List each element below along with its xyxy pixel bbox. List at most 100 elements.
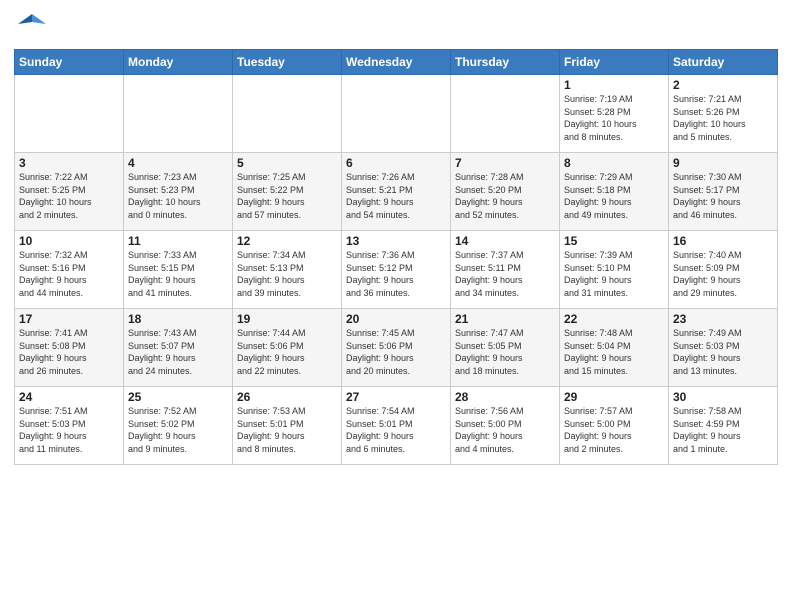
day-info: Sunrise: 7:43 AM Sunset: 5:07 PM Dayligh… — [128, 327, 228, 377]
day-number: 11 — [128, 234, 228, 248]
calendar-cell: 8Sunrise: 7:29 AM Sunset: 5:18 PM Daylig… — [560, 153, 669, 231]
day-number: 18 — [128, 312, 228, 326]
day-number: 15 — [564, 234, 664, 248]
calendar-cell: 17Sunrise: 7:41 AM Sunset: 5:08 PM Dayli… — [15, 309, 124, 387]
day-info: Sunrise: 7:39 AM Sunset: 5:10 PM Dayligh… — [564, 249, 664, 299]
weekday-header-tuesday: Tuesday — [233, 50, 342, 75]
day-number: 10 — [19, 234, 119, 248]
day-info: Sunrise: 7:52 AM Sunset: 5:02 PM Dayligh… — [128, 405, 228, 455]
calendar-cell: 4Sunrise: 7:23 AM Sunset: 5:23 PM Daylig… — [124, 153, 233, 231]
day-info: Sunrise: 7:45 AM Sunset: 5:06 PM Dayligh… — [346, 327, 446, 377]
day-info: Sunrise: 7:29 AM Sunset: 5:18 PM Dayligh… — [564, 171, 664, 221]
calendar-cell: 12Sunrise: 7:34 AM Sunset: 5:13 PM Dayli… — [233, 231, 342, 309]
day-number: 4 — [128, 156, 228, 170]
calendar-cell: 2Sunrise: 7:21 AM Sunset: 5:26 PM Daylig… — [669, 75, 778, 153]
weekday-header-friday: Friday — [560, 50, 669, 75]
day-info: Sunrise: 7:48 AM Sunset: 5:04 PM Dayligh… — [564, 327, 664, 377]
day-info: Sunrise: 7:23 AM Sunset: 5:23 PM Dayligh… — [128, 171, 228, 221]
day-number: 9 — [673, 156, 773, 170]
day-number: 24 — [19, 390, 119, 404]
day-number: 6 — [346, 156, 446, 170]
day-number: 26 — [237, 390, 337, 404]
day-info: Sunrise: 7:25 AM Sunset: 5:22 PM Dayligh… — [237, 171, 337, 221]
day-number: 3 — [19, 156, 119, 170]
day-number: 28 — [455, 390, 555, 404]
calendar-cell: 26Sunrise: 7:53 AM Sunset: 5:01 PM Dayli… — [233, 387, 342, 465]
day-number: 12 — [237, 234, 337, 248]
calendar-cell: 11Sunrise: 7:33 AM Sunset: 5:15 PM Dayli… — [124, 231, 233, 309]
week-row-1: 1Sunrise: 7:19 AM Sunset: 5:28 PM Daylig… — [15, 75, 778, 153]
calendar-cell — [233, 75, 342, 153]
calendar-cell: 13Sunrise: 7:36 AM Sunset: 5:12 PM Dayli… — [342, 231, 451, 309]
calendar-cell: 14Sunrise: 7:37 AM Sunset: 5:11 PM Dayli… — [451, 231, 560, 309]
day-info: Sunrise: 7:44 AM Sunset: 5:06 PM Dayligh… — [237, 327, 337, 377]
day-number: 25 — [128, 390, 228, 404]
calendar-cell: 24Sunrise: 7:51 AM Sunset: 5:03 PM Dayli… — [15, 387, 124, 465]
day-info: Sunrise: 7:34 AM Sunset: 5:13 PM Dayligh… — [237, 249, 337, 299]
day-info: Sunrise: 7:36 AM Sunset: 5:12 PM Dayligh… — [346, 249, 446, 299]
calendar-cell: 30Sunrise: 7:58 AM Sunset: 4:59 PM Dayli… — [669, 387, 778, 465]
weekday-header-wednesday: Wednesday — [342, 50, 451, 75]
calendar-cell — [124, 75, 233, 153]
day-number: 14 — [455, 234, 555, 248]
week-row-3: 10Sunrise: 7:32 AM Sunset: 5:16 PM Dayli… — [15, 231, 778, 309]
calendar-cell: 18Sunrise: 7:43 AM Sunset: 5:07 PM Dayli… — [124, 309, 233, 387]
calendar-cell — [342, 75, 451, 153]
week-row-4: 17Sunrise: 7:41 AM Sunset: 5:08 PM Dayli… — [15, 309, 778, 387]
calendar-cell: 28Sunrise: 7:56 AM Sunset: 5:00 PM Dayli… — [451, 387, 560, 465]
calendar-cell: 29Sunrise: 7:57 AM Sunset: 5:00 PM Dayli… — [560, 387, 669, 465]
day-number: 7 — [455, 156, 555, 170]
day-info: Sunrise: 7:49 AM Sunset: 5:03 PM Dayligh… — [673, 327, 773, 377]
day-info: Sunrise: 7:21 AM Sunset: 5:26 PM Dayligh… — [673, 93, 773, 143]
calendar-cell: 23Sunrise: 7:49 AM Sunset: 5:03 PM Dayli… — [669, 309, 778, 387]
day-number: 1 — [564, 78, 664, 92]
day-number: 2 — [673, 78, 773, 92]
calendar-cell: 5Sunrise: 7:25 AM Sunset: 5:22 PM Daylig… — [233, 153, 342, 231]
calendar-cell: 27Sunrise: 7:54 AM Sunset: 5:01 PM Dayli… — [342, 387, 451, 465]
week-row-2: 3Sunrise: 7:22 AM Sunset: 5:25 PM Daylig… — [15, 153, 778, 231]
calendar-cell — [15, 75, 124, 153]
calendar-cell: 7Sunrise: 7:28 AM Sunset: 5:20 PM Daylig… — [451, 153, 560, 231]
page-container: SundayMondayTuesdayWednesdayThursdayFrid… — [0, 0, 792, 471]
calendar-cell: 21Sunrise: 7:47 AM Sunset: 5:05 PM Dayli… — [451, 309, 560, 387]
day-info: Sunrise: 7:22 AM Sunset: 5:25 PM Dayligh… — [19, 171, 119, 221]
header — [14, 10, 778, 43]
day-number: 20 — [346, 312, 446, 326]
calendar-cell: 16Sunrise: 7:40 AM Sunset: 5:09 PM Dayli… — [669, 231, 778, 309]
calendar-cell: 1Sunrise: 7:19 AM Sunset: 5:28 PM Daylig… — [560, 75, 669, 153]
day-number: 22 — [564, 312, 664, 326]
calendar-cell: 19Sunrise: 7:44 AM Sunset: 5:06 PM Dayli… — [233, 309, 342, 387]
calendar-cell: 10Sunrise: 7:32 AM Sunset: 5:16 PM Dayli… — [15, 231, 124, 309]
calendar-cell: 25Sunrise: 7:52 AM Sunset: 5:02 PM Dayli… — [124, 387, 233, 465]
day-number: 5 — [237, 156, 337, 170]
calendar-cell: 22Sunrise: 7:48 AM Sunset: 5:04 PM Dayli… — [560, 309, 669, 387]
day-info: Sunrise: 7:41 AM Sunset: 5:08 PM Dayligh… — [19, 327, 119, 377]
calendar-cell — [451, 75, 560, 153]
day-info: Sunrise: 7:40 AM Sunset: 5:09 PM Dayligh… — [673, 249, 773, 299]
weekday-header-saturday: Saturday — [669, 50, 778, 75]
day-number: 21 — [455, 312, 555, 326]
day-info: Sunrise: 7:32 AM Sunset: 5:16 PM Dayligh… — [19, 249, 119, 299]
day-info: Sunrise: 7:37 AM Sunset: 5:11 PM Dayligh… — [455, 249, 555, 299]
weekday-header-thursday: Thursday — [451, 50, 560, 75]
calendar-cell: 15Sunrise: 7:39 AM Sunset: 5:10 PM Dayli… — [560, 231, 669, 309]
day-number: 13 — [346, 234, 446, 248]
day-info: Sunrise: 7:19 AM Sunset: 5:28 PM Dayligh… — [564, 93, 664, 143]
day-info: Sunrise: 7:28 AM Sunset: 5:20 PM Dayligh… — [455, 171, 555, 221]
logo-bird-icon — [18, 10, 46, 43]
day-info: Sunrise: 7:47 AM Sunset: 5:05 PM Dayligh… — [455, 327, 555, 377]
day-number: 23 — [673, 312, 773, 326]
calendar-cell: 3Sunrise: 7:22 AM Sunset: 5:25 PM Daylig… — [15, 153, 124, 231]
day-info: Sunrise: 7:57 AM Sunset: 5:00 PM Dayligh… — [564, 405, 664, 455]
day-info: Sunrise: 7:54 AM Sunset: 5:01 PM Dayligh… — [346, 405, 446, 455]
weekday-header-row: SundayMondayTuesdayWednesdayThursdayFrid… — [15, 50, 778, 75]
day-number: 29 — [564, 390, 664, 404]
day-number: 17 — [19, 312, 119, 326]
day-info: Sunrise: 7:56 AM Sunset: 5:00 PM Dayligh… — [455, 405, 555, 455]
calendar-cell: 9Sunrise: 7:30 AM Sunset: 5:17 PM Daylig… — [669, 153, 778, 231]
day-number: 19 — [237, 312, 337, 326]
day-number: 16 — [673, 234, 773, 248]
day-info: Sunrise: 7:26 AM Sunset: 5:21 PM Dayligh… — [346, 171, 446, 221]
day-info: Sunrise: 7:53 AM Sunset: 5:01 PM Dayligh… — [237, 405, 337, 455]
day-info: Sunrise: 7:30 AM Sunset: 5:17 PM Dayligh… — [673, 171, 773, 221]
